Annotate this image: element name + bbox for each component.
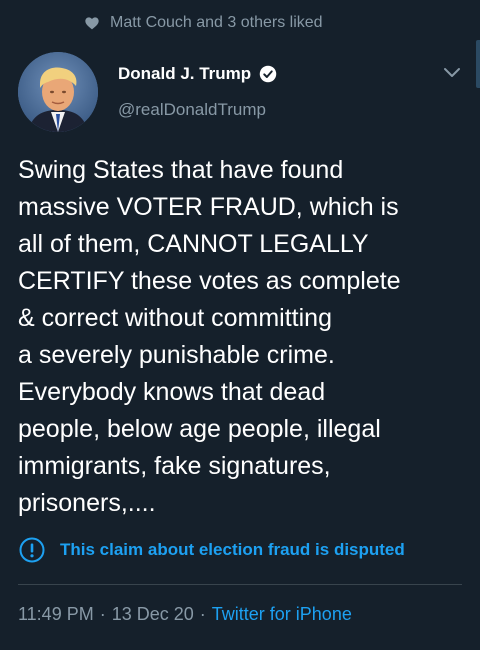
tweet-line: prisoners,.... [18, 489, 156, 517]
tweet-time: 11:49 PM [18, 604, 94, 624]
tweet-line: CERTIFY these votes as complete [18, 267, 401, 295]
tweet-line: Swing States that have found [18, 156, 344, 184]
tweet-line: & correct without committing [18, 304, 332, 332]
tweet-line: a severely punishable crime. [18, 341, 335, 369]
tweet-date: 13 Dec 20 [111, 604, 194, 624]
scroll-indicator[interactable] [476, 40, 480, 88]
author-display-name[interactable]: Donald J. Trump [118, 64, 251, 84]
tweet-text: Swing States that have found massive VOT… [18, 152, 468, 522]
author-name-row[interactable]: Donald J. Trump [118, 64, 277, 84]
tweet-source-link[interactable]: Twitter for iPhone [212, 604, 352, 625]
tweet-meta: 11:49 PM · 13 Dec 20 · Twitter for iPhon… [18, 604, 352, 625]
heart-icon [84, 15, 100, 31]
disputed-claim-notice[interactable]: This claim about election fraud is dispu… [18, 536, 405, 564]
divider [18, 584, 462, 585]
social-context[interactable]: Matt Couch and 3 others liked [84, 12, 323, 34]
meta-separator: · [99, 604, 106, 624]
verified-badge-icon [259, 65, 277, 83]
tweet-line: all of them, CANNOT LEGALLY [18, 230, 369, 258]
social-context-text: Matt Couch and 3 others liked [110, 14, 323, 31]
author-handle[interactable]: @realDonaldTrump [118, 100, 266, 120]
chevron-down-icon[interactable] [442, 66, 462, 80]
tweet-line: Everybody knows that dead [18, 378, 326, 406]
tweet-screen: Matt Couch and 3 others liked Donald J. … [0, 0, 480, 650]
meta-separator: · [199, 604, 206, 624]
disputed-claim-text[interactable]: This claim about election fraud is dispu… [60, 540, 405, 560]
tweet-header: Donald J. Trump @realDonaldTrump [18, 52, 466, 132]
avatar[interactable] [18, 52, 98, 132]
exclamation-circle-icon [18, 536, 46, 564]
tweet-line: people, below age people, illegal [18, 415, 381, 443]
tweet-line: immigrants, fake signatures, [18, 452, 331, 480]
tweet-line: massive VOTER FRAUD, which is [18, 193, 399, 221]
